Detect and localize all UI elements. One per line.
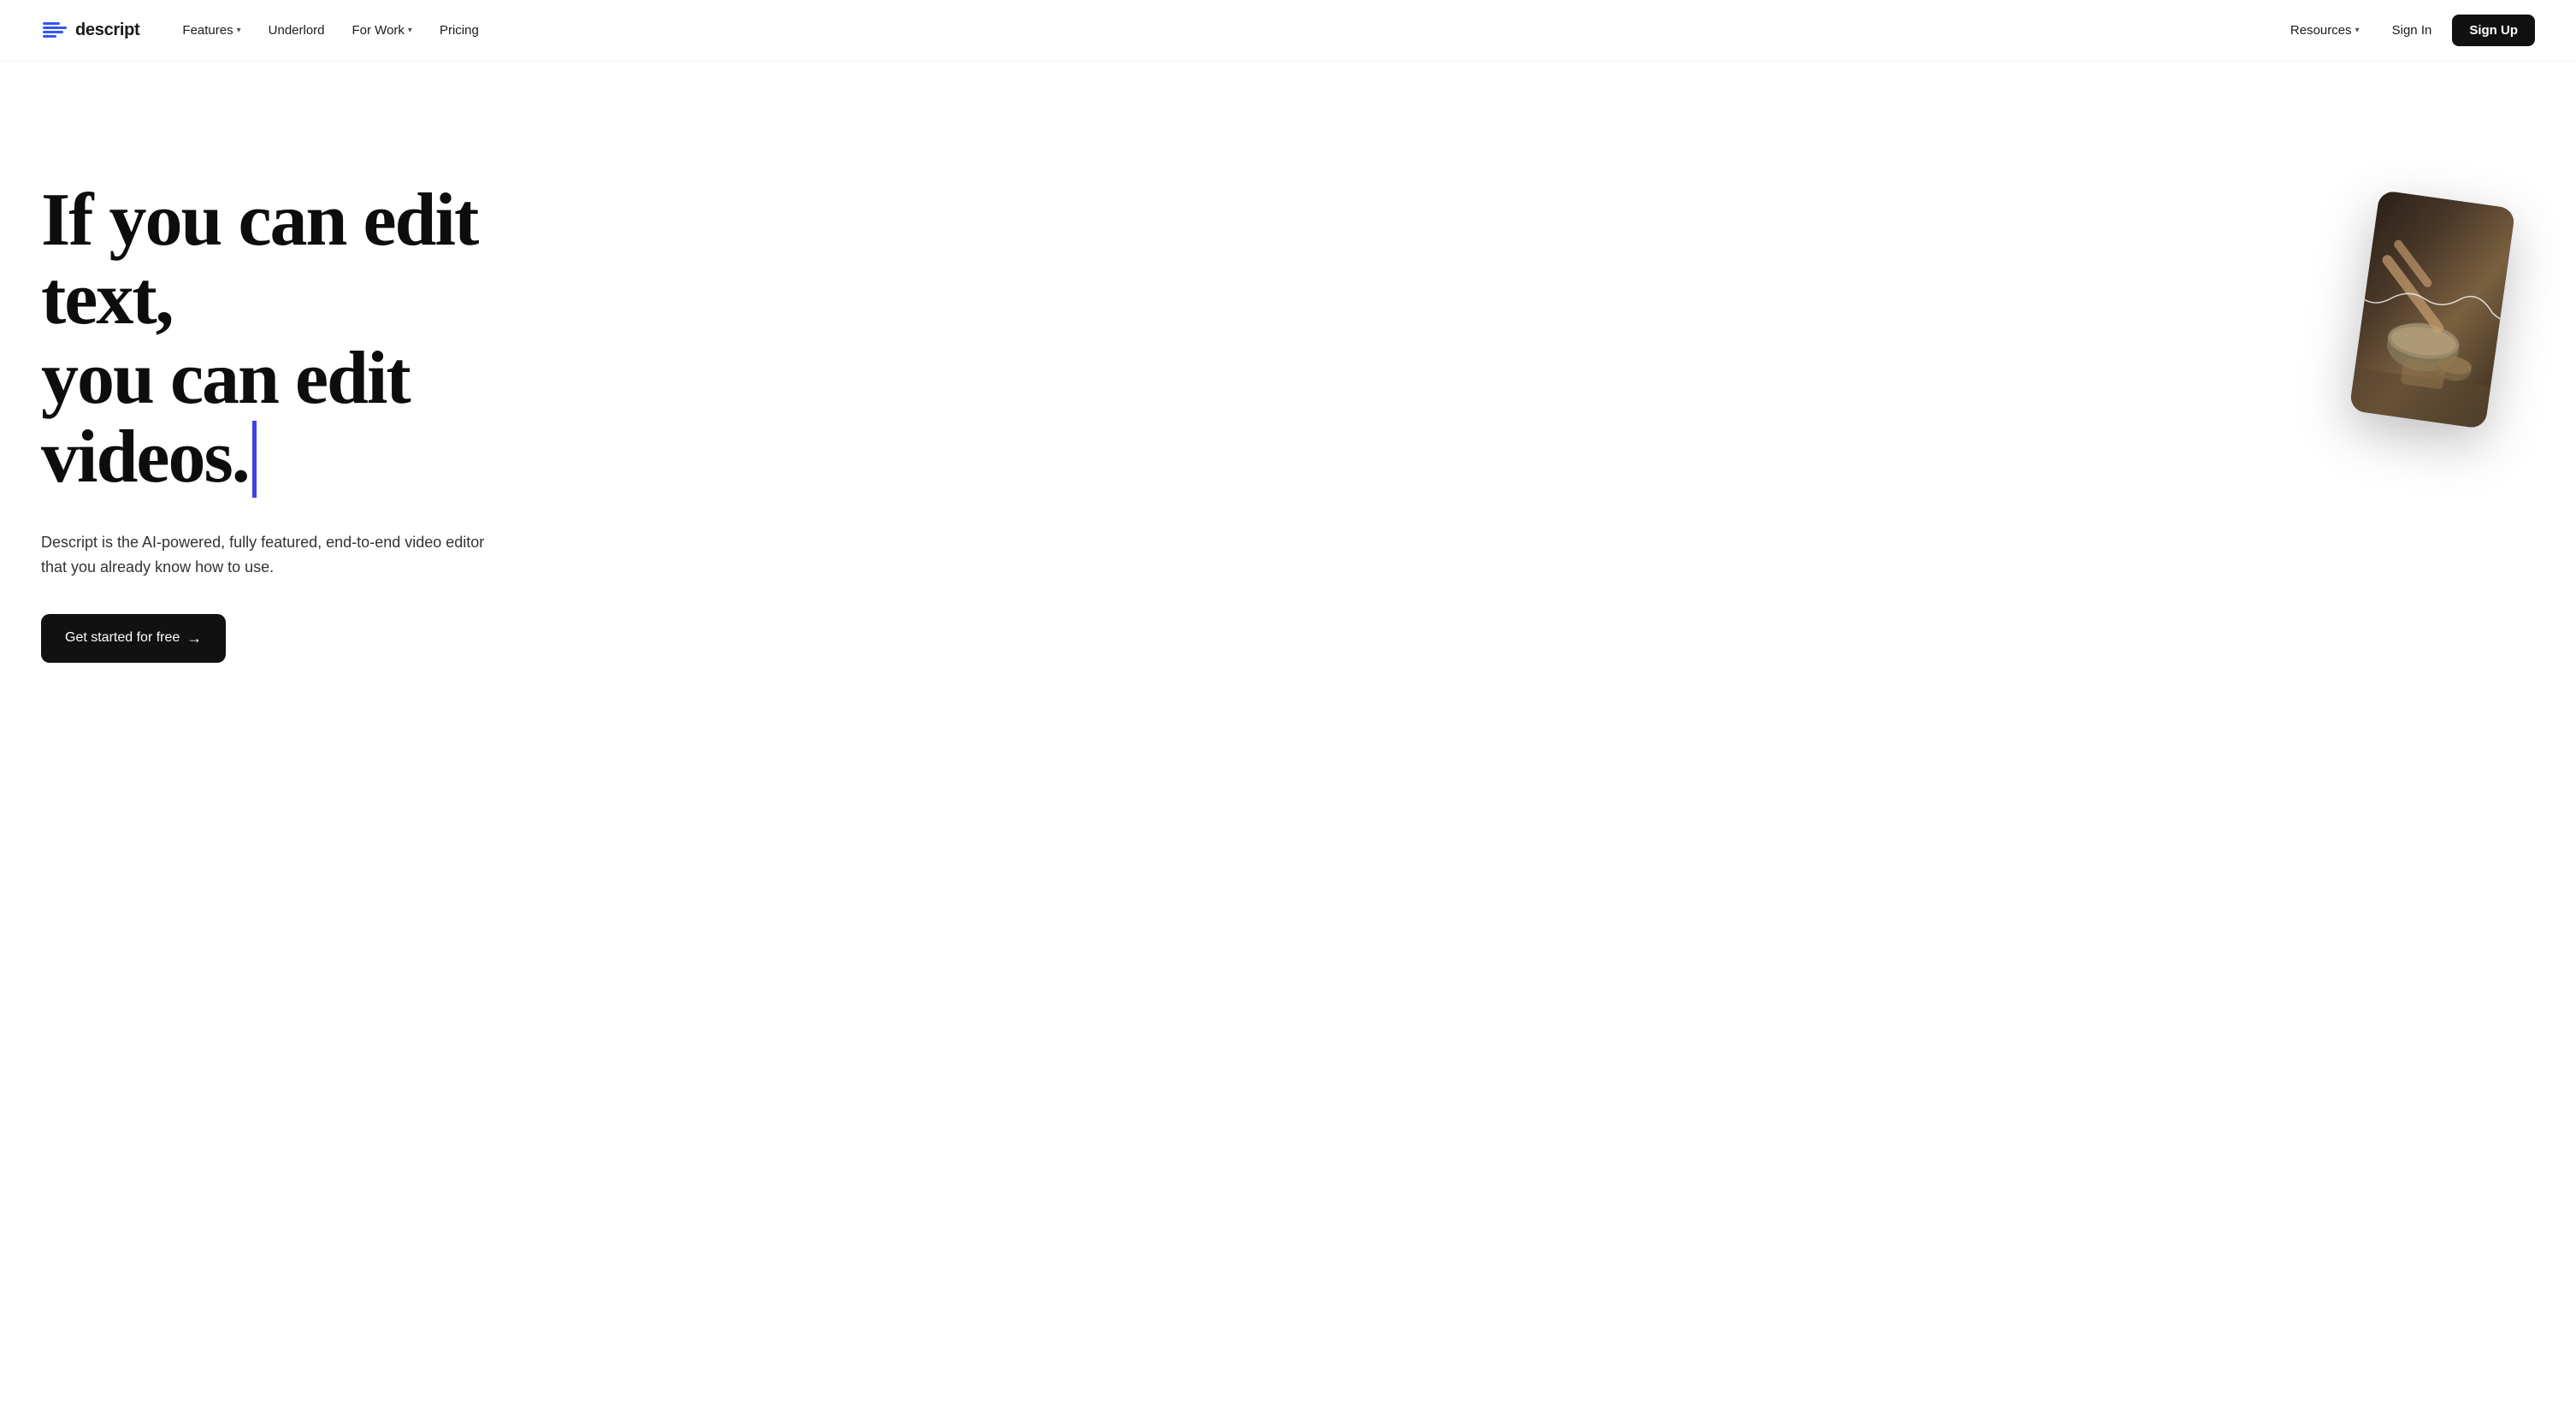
for-work-chevron-icon: ▾ bbox=[408, 26, 412, 35]
nav-link-pricing[interactable]: Pricing bbox=[428, 16, 491, 44]
logo[interactable]: descript bbox=[41, 17, 139, 44]
navbar: descript Features ▾ Underlord For Work ▾… bbox=[0, 0, 2576, 62]
features-chevron-icon: ▾ bbox=[237, 26, 241, 35]
phone-mockup bbox=[2349, 190, 2516, 429]
nav-left: descript Features ▾ Underlord For Work ▾… bbox=[41, 16, 491, 44]
nav-link-features[interactable]: Features ▾ bbox=[170, 16, 252, 44]
hero-content: If you can edit text, you can edit video… bbox=[41, 147, 623, 663]
descript-logo-icon bbox=[41, 17, 68, 44]
resources-chevron-icon: ▾ bbox=[2355, 26, 2360, 35]
nav-link-resources[interactable]: Resources ▾ bbox=[2278, 16, 2372, 44]
cursor-bar bbox=[252, 421, 257, 498]
hero-subtitle: Descript is the AI-powered, fully featur… bbox=[41, 530, 486, 580]
logo-text: descript bbox=[75, 21, 139, 40]
phone-screen bbox=[2349, 190, 2516, 429]
nav-right: Resources ▾ Sign In Sign Up bbox=[2278, 15, 2535, 46]
hero-image-container bbox=[2364, 198, 2501, 421]
nav-links-left: Features ▾ Underlord For Work ▾ Pricing bbox=[170, 16, 490, 44]
hero-headline: If you can edit text, you can edit video… bbox=[41, 181, 623, 503]
nav-link-for-work[interactable]: For Work ▾ bbox=[340, 16, 424, 44]
sign-in-button[interactable]: Sign In bbox=[2378, 16, 2446, 44]
nav-link-underlord[interactable]: Underlord bbox=[257, 16, 337, 44]
hero-headline-line2: you can edit videos. bbox=[41, 337, 410, 499]
cta-label: Get started for free bbox=[65, 630, 180, 646]
hero-headline-line1: If you can edit text, bbox=[41, 179, 477, 340]
sign-up-button[interactable]: Sign Up bbox=[2452, 15, 2535, 46]
hero-section: If you can edit text, you can edit video… bbox=[0, 62, 2576, 1423]
cta-button[interactable]: Get started for free → bbox=[41, 614, 226, 663]
cta-arrow-icon: → bbox=[186, 629, 202, 647]
